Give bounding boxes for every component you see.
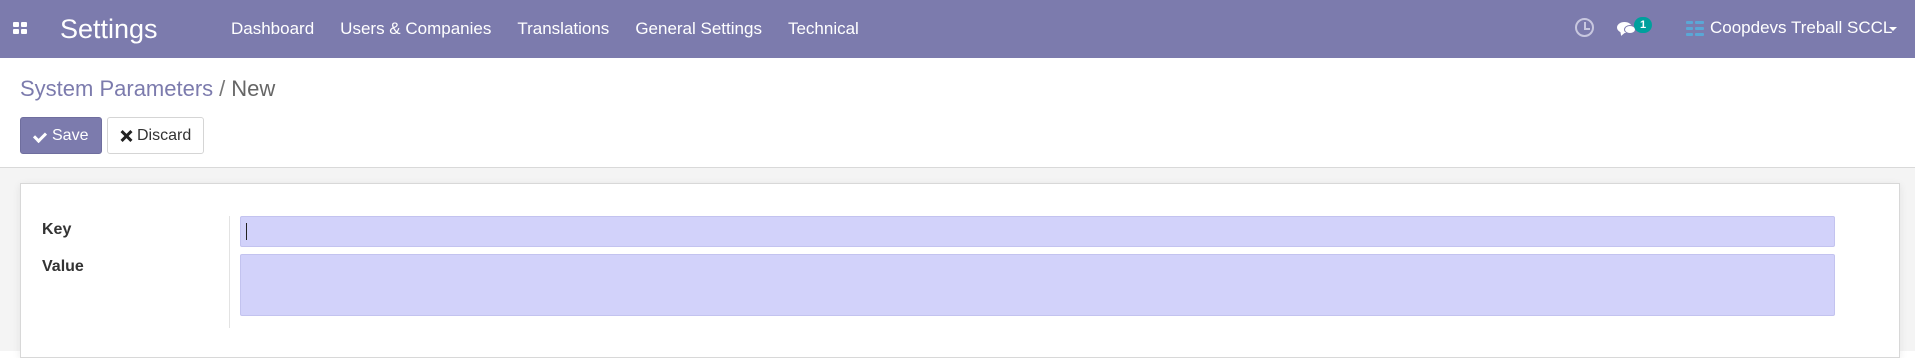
save-button-label: Save [52,126,89,144]
text-cursor [246,223,247,240]
close-icon [120,130,132,142]
discard-button[interactable]: Discard [107,117,204,154]
menu-item-translations[interactable]: Translations [517,19,609,39]
app-title[interactable]: Settings [60,12,158,46]
check-icon [33,130,47,142]
breadcrumb: System Parameters / New [20,74,275,104]
menu-item-technical[interactable]: Technical [788,19,859,39]
form-view: Key Value [0,168,1915,358]
menu-item-dashboard[interactable]: Dashboard [231,19,314,39]
clock-icon[interactable] [1575,18,1594,37]
form-divider [229,216,230,328]
apps-menu-icon[interactable] [13,22,27,34]
key-label: Key [42,221,72,238]
value-label: Value [42,258,84,275]
form-sheet: Key Value [20,183,1900,358]
value-textarea[interactable] [240,254,1835,316]
control-panel: System Parameters / New Save Discard [0,58,1915,168]
company-switcher-icon[interactable] [1686,21,1704,36]
menu-item-users-companies[interactable]: Users & Companies [340,19,491,39]
top-navbar: Settings Dashboard Users & Companies Tra… [0,0,1915,58]
caret-down-icon[interactable] [1889,27,1897,31]
company-switcher[interactable]: Coopdevs Treball SCCL [1710,18,1892,38]
save-button[interactable]: Save [20,117,102,154]
breadcrumb-separator: / [219,76,226,101]
breadcrumb-parent-link[interactable]: System Parameters [20,76,213,101]
main-menu: Dashboard Users & Companies Translations… [231,0,859,58]
breadcrumb-current: New [231,76,276,101]
menu-item-general-settings[interactable]: General Settings [635,19,762,39]
key-input[interactable] [240,216,1835,247]
discard-button-label: Discard [137,126,192,144]
messages-badge: 1 [1634,17,1652,33]
